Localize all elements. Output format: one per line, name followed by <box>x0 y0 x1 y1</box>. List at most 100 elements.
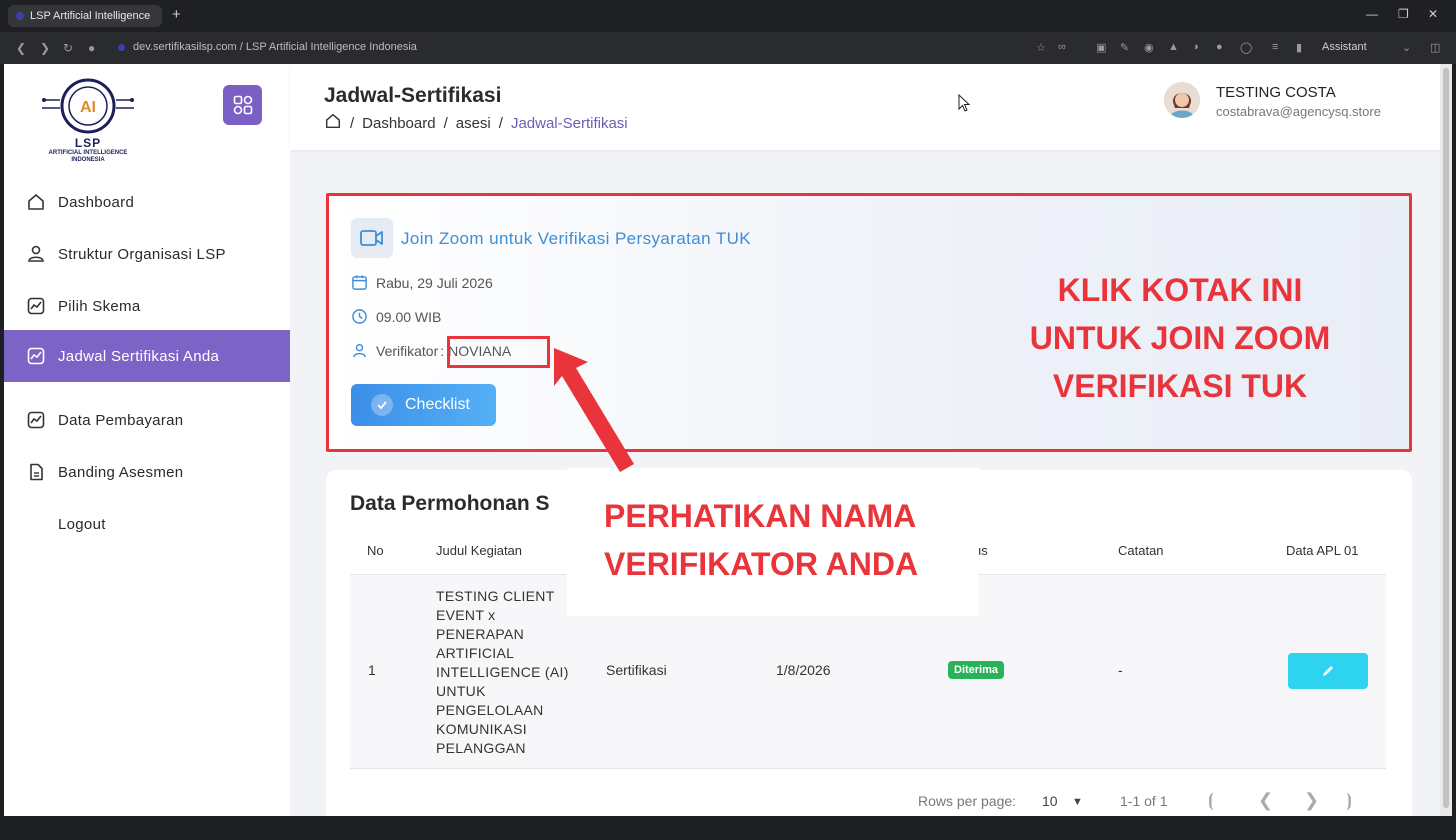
sidebar: AI LSP ARTIFICIAL INTELLIGENCE INDONESIA <box>4 64 290 816</box>
extension-icon[interactable]: ● <box>1216 41 1223 53</box>
breadcrumb-current: Jadwal-Sertifikasi <box>510 114 628 132</box>
home-icon[interactable] <box>324 112 342 134</box>
breadcrumb: / Dashboard / asesi / Jadwal-Sertifikasi <box>324 112 628 134</box>
sidebar-item-dashboard[interactable]: Dashboard <box>4 176 290 228</box>
column-header-apl: Data APL 01 <box>1286 543 1359 558</box>
chevron-down-icon[interactable]: ⌄ <box>1402 41 1411 54</box>
maximize-icon[interactable]: ❐ <box>1398 7 1409 21</box>
page-header: Jadwal-Sertifikasi / Dashboard / asesi /… <box>290 64 1440 150</box>
sidebar-item-label: Jadwal Sertifikasi Anda <box>58 347 220 365</box>
rows-per-page-select[interactable]: 10 <box>1042 793 1058 809</box>
zoom-join-card[interactable]: Join Zoom untuk Verifikasi Persyaratan T… <box>326 193 1412 452</box>
sidebar-item-pembayaran[interactable]: Data Pembayaran <box>4 394 290 446</box>
page-viewport: AI LSP ARTIFICIAL INTELLIGENCE INDONESIA <box>4 64 1440 816</box>
sidebar-item-skema[interactable]: Pilih Skema <box>4 280 290 332</box>
minimize-icon[interactable]: — <box>1366 7 1378 21</box>
sidebar-item-label: Logout <box>58 515 106 533</box>
annotation-line: KLIK KOTAK INI <box>1057 272 1303 308</box>
forward-icon[interactable]: ❯ <box>40 41 50 55</box>
column-header-judul: Judul Kegiatan <box>436 543 523 558</box>
page-scrollbar[interactable] <box>1440 64 1452 816</box>
first-page-icon[interactable]: ⦗ <box>1208 790 1214 811</box>
bookmark-star-icon[interactable]: ☆ <box>1036 41 1046 54</box>
cell-catatan: - <box>1118 662 1123 678</box>
breadcrumb-separator: / <box>498 114 503 132</box>
user-email: costabrava@agencysq.store <box>1216 104 1381 119</box>
column-header-catatan: Catatan <box>1118 543 1164 558</box>
verifier-highlight-box <box>447 336 550 368</box>
shield-icon[interactable]: ◑ <box>1192 41 1199 53</box>
chevron-down-icon[interactable]: ▼ <box>1072 796 1083 808</box>
cell-tanggal: 1/8/2026 <box>776 662 831 678</box>
sidebar-item-label: Pilih Skema <box>58 297 141 315</box>
annotation-line: UNTUK JOIN ZOOM <box>1029 320 1331 356</box>
sidebar-item-logout[interactable]: Logout <box>4 498 290 550</box>
sidebar-item-label: Dashboard <box>58 193 135 211</box>
zoom-title-link[interactable]: Join Zoom untuk Verifikasi Persyaratan T… <box>401 229 751 249</box>
logo-lsp: LSP <box>74 136 102 150</box>
checklist-label: Checklist <box>405 396 470 413</box>
tab-title: LSP Artificial Intelligence <box>30 10 151 22</box>
grid-icon <box>233 95 252 115</box>
sidebar-toggle-icon[interactable]: ◫ <box>1430 41 1440 54</box>
chart-icon <box>26 296 46 316</box>
time-row: 09.00 WIB <box>351 308 441 325</box>
logo-text: LSP ARTIFICIAL INTELLIGENCE INDONESIA <box>40 136 136 164</box>
checklist-button[interactable]: Checklist <box>351 384 496 426</box>
avatar[interactable] <box>1164 82 1200 118</box>
breadcrumb-dashboard[interactable]: Dashboard <box>362 115 435 132</box>
user-icon <box>353 343 366 358</box>
edit-apl-button[interactable] <box>1288 653 1368 689</box>
cell-jenis: Sertifikasi <box>606 662 667 678</box>
annotation-perhatikan: PERHATIKAN NAMA VERIFIKATOR ANDA <box>604 492 964 588</box>
logo-line2: INDONESIA <box>71 157 105 163</box>
clock-icon <box>352 309 367 324</box>
back-icon[interactable]: ❮ <box>16 41 26 55</box>
new-tab-button[interactable]: + <box>172 6 181 23</box>
browser-tabbar: LSP Artificial Intelligence + — ❐ ✕ <box>0 0 1456 32</box>
user-name: TESTING COSTA <box>1216 84 1336 101</box>
address-bar: ❮ ❯ ↻ ● dev.sertifikasilsp.com / LSP Art… <box>0 32 1456 64</box>
column-header-no: No <box>367 543 384 558</box>
verifier-sep: : <box>440 342 445 359</box>
document-icon <box>26 462 46 482</box>
sidebar-item-label: Banding Asesmen <box>58 463 184 481</box>
cell-judul: TESTING CLIENT EVENT x PENERAPAN ARTIFIC… <box>436 588 569 756</box>
date-row: Rabu, 29 Juli 2026 <box>351 274 493 291</box>
home-icon <box>26 192 46 212</box>
pencil-icon <box>1323 666 1333 676</box>
annotation-line: VERIFIKATOR ANDA <box>604 546 919 582</box>
screenshot-icon[interactable]: ▣ <box>1096 41 1106 54</box>
calendar-icon <box>352 275 367 290</box>
sidebar-item-banding[interactable]: Banding Asesmen <box>4 446 290 498</box>
url-field[interactable]: dev.sertifikasilsp.com / LSP Artificial … <box>118 41 417 53</box>
chart-icon <box>26 346 46 366</box>
audio-icon[interactable]: ▮ <box>1296 41 1302 54</box>
extension-icon[interactable]: ◯ <box>1240 41 1252 54</box>
next-page-icon[interactable]: ❯ <box>1304 790 1319 811</box>
menu-icon[interactable]: ≡ <box>1272 41 1278 53</box>
assistant-button[interactable]: Assistant <box>1322 41 1367 53</box>
link-icon[interactable]: ∞ <box>1058 41 1066 53</box>
reload-icon[interactable]: ↻ <box>63 41 73 55</box>
status-badge: Diterima <box>948 661 1005 679</box>
close-icon[interactable]: ✕ <box>1428 7 1438 21</box>
url-text: dev.sertifikasilsp.com / LSP Artificial … <box>133 41 417 53</box>
camera-icon[interactable]: ◉ <box>1144 41 1154 54</box>
browser-tab[interactable]: LSP Artificial Intelligence <box>8 5 162 27</box>
scrollbar-thumb[interactable] <box>1443 68 1449 808</box>
last-page-icon[interactable]: ⦘ <box>1346 790 1352 811</box>
prev-page-icon[interactable]: ❮ <box>1258 790 1273 811</box>
sidebar-item-jadwal[interactable]: Jadwal Sertifikasi Anda <box>4 330 290 382</box>
annotation-line: VERIFIKASI TUK <box>1052 368 1308 404</box>
pen-icon[interactable]: ✎ <box>1120 41 1129 54</box>
mouse-cursor-icon <box>958 94 970 112</box>
microphone-icon[interactable]: ● <box>88 41 95 55</box>
breadcrumb-asesi[interactable]: asesi <box>456 115 491 132</box>
logo-line1: ARTIFICIAL INTELLIGENCE <box>48 150 128 156</box>
event-time: 09.00 WIB <box>376 308 442 325</box>
page-title: Jadwal-Sertifikasi <box>324 84 502 107</box>
menu-toggle-button[interactable] <box>223 85 262 125</box>
sidebar-item-struktur[interactable]: Struktur Organisasi LSP <box>4 228 290 280</box>
extension-icon[interactable]: ▲ <box>1168 41 1179 53</box>
